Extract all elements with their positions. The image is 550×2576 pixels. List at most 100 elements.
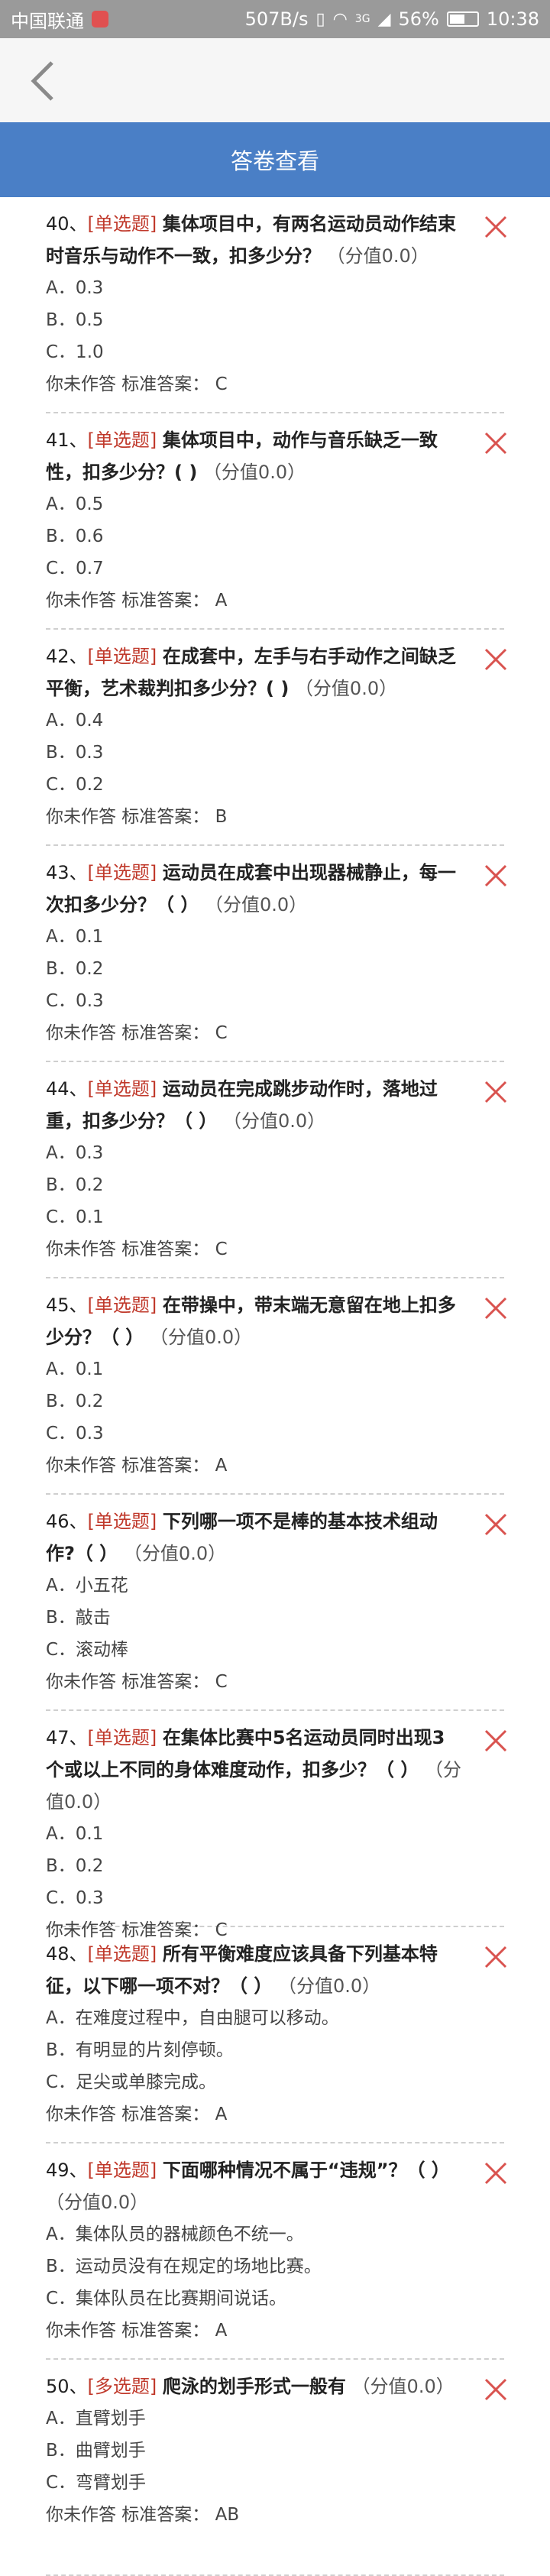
back-button[interactable] xyxy=(26,58,64,104)
question-text: 44、[单选题] 运动员在完成跳步动作时，落地过重，扣多少分？（ ） （分值0.… xyxy=(46,1073,461,1137)
answer-option: A．0.3 xyxy=(46,278,104,298)
question-text: 41、[单选题] 集体项目中，动作与音乐缺乏一致性，扣多少分？( ) （分值0.… xyxy=(46,424,461,488)
answer-option: A．0.3 xyxy=(46,1143,104,1163)
wrong-x-icon xyxy=(484,864,507,887)
question-text: 45、[单选题] 在带操中，带末端无意留在地上扣多少分？（ ） （分值0.0） xyxy=(46,1289,461,1353)
question-number: 40、 xyxy=(46,213,88,235)
answer-option: A．集体队员的器械颜色不统一。 xyxy=(46,2224,304,2244)
question-text: 47、[单选题] 在集体比赛中5名运动员同时出现3个或以上不同的身体难度动作，扣… xyxy=(46,1722,461,1818)
answer-result: 你未作答 标准答案： A xyxy=(46,2321,228,2341)
question-text: 49、[单选题] 下面哪种情况不属于“违规”？（ ） （分值0.0） xyxy=(46,2154,461,2218)
answer-result: 你未作答 标准答案： C xyxy=(46,1239,228,1259)
question-number: 50、 xyxy=(46,2376,88,2397)
question-item: 48、[单选题] 所有平衡难度应该具备下列基本特征，以下哪一项不对？（ ） （分… xyxy=(46,1927,507,2143)
question-score: （分值0.0） xyxy=(294,678,398,699)
answer-option: B．0.2 xyxy=(46,1856,104,1876)
question-number: 47、 xyxy=(46,1727,88,1748)
answer-result: 你未作答 标准答案： A xyxy=(46,2105,228,2124)
answer-result: 你未作答 标准答案： C xyxy=(46,374,228,394)
question-item: 40、[单选题] 集体项目中，有两名运动员动作结束时音乐与动作不一致，扣多少分？… xyxy=(46,197,507,413)
answer-option: A．0.1 xyxy=(46,1359,104,1379)
question-type: [单选题] xyxy=(87,213,157,235)
question-score: （分值0.0） xyxy=(202,462,306,483)
answer-result: 你未作答 标准答案： A xyxy=(46,1456,228,1476)
question-type: [单选题] xyxy=(87,2160,157,2181)
question-number: 42、 xyxy=(46,646,88,667)
answer-option: B．0.2 xyxy=(46,959,104,979)
question-item: 43、[单选题] 运动员在成套中出现器械静止，每一次扣多少分？（ ） （分值0.… xyxy=(46,846,507,1062)
answer-option: A．小五花 xyxy=(46,1576,128,1596)
question-score: （分值0.0） xyxy=(223,1110,326,1132)
question-type: [单选题] xyxy=(87,1943,157,1965)
answer-option: C．0.1 xyxy=(46,1207,104,1227)
signal-icon: ◢ xyxy=(377,9,391,29)
chevron-left-icon xyxy=(31,61,53,101)
question-type: [多选题] xyxy=(87,2376,157,2397)
clock: 10:38 xyxy=(486,8,539,30)
question-type: [单选题] xyxy=(87,1294,157,1316)
carrier-label: 中国联通 xyxy=(11,10,84,32)
question-item: 45、[单选题] 在带操中，带末端无意留在地上扣多少分？（ ） （分值0.0） … xyxy=(46,1278,507,1495)
answer-result: 你未作答 标准答案： C xyxy=(46,1672,228,1692)
wrong-x-icon xyxy=(484,215,507,238)
question-score: （分值0.0） xyxy=(123,1543,227,1564)
question-number: 44、 xyxy=(46,1078,88,1100)
answer-option: B．0.5 xyxy=(46,310,104,330)
wifi-icon: ◠ xyxy=(332,9,348,29)
question-number: 46、 xyxy=(46,1511,88,1532)
answer-result: 你未作答 标准答案： B xyxy=(46,807,228,827)
answer-option: B．0.2 xyxy=(46,1175,104,1195)
question-item: 46、[单选题] 下列哪一项不是棒的基本技术组动作?（ ） （分值0.0） A．… xyxy=(46,1495,507,1711)
question-list: 40、[单选题] 集体项目中，有两名运动员动作结束时音乐与动作不一致，扣多少分？… xyxy=(0,197,550,2576)
question-type: [单选题] xyxy=(87,862,157,883)
question-text: 46、[单选题] 下列哪一项不是棒的基本技术组动作?（ ） （分值0.0） xyxy=(46,1505,461,1570)
wrong-x-icon xyxy=(484,648,507,671)
vibrate-icon: ▯ xyxy=(315,9,325,29)
wrong-x-icon xyxy=(484,2162,507,2185)
answer-option: B．0.3 xyxy=(46,743,104,763)
battery-icon xyxy=(446,11,479,27)
answer-result: 你未作答 标准答案： A xyxy=(46,591,228,611)
question-score: （分值0.0） xyxy=(46,2192,149,2213)
answer-option: C．滚动棒 xyxy=(46,1640,129,1660)
question-type: [单选题] xyxy=(87,1078,157,1100)
question-number: 43、 xyxy=(46,862,88,883)
question-item: 49、[单选题] 下面哪种情况不属于“违规”？（ ） （分值0.0） A．集体队… xyxy=(46,2143,507,2360)
question-score: （分值0.0） xyxy=(150,1327,253,1348)
question-item: 41、[单选题] 集体项目中，动作与音乐缺乏一致性，扣多少分？( ) （分值0.… xyxy=(46,413,507,630)
answer-option: C．0.3 xyxy=(46,991,104,1011)
wrong-x-icon xyxy=(484,1729,507,1752)
question-type: [单选题] xyxy=(87,1727,157,1748)
answer-option: C．集体队员在比赛期间说话。 xyxy=(46,2289,287,2309)
answer-option: B．运动员没有在规定的场地比赛。 xyxy=(46,2257,322,2276)
network-speed: 507B/s xyxy=(244,8,309,30)
question-number: 45、 xyxy=(46,1294,88,1316)
answer-option: C．弯臂划手 xyxy=(46,2473,147,2493)
answer-option: C．0.2 xyxy=(46,775,104,795)
answer-option: C．0.7 xyxy=(46,559,104,578)
question-type: [单选题] xyxy=(87,1511,157,1532)
answer-option: C．0.3 xyxy=(46,1424,104,1444)
answer-option: A．直臂划手 xyxy=(46,2409,146,2429)
question-stem: 爬泳的划手形式一般有 xyxy=(162,2376,346,2397)
answer-option: C．足尖或单膝完成。 xyxy=(46,2072,217,2092)
page-title-bar: 答卷查看 xyxy=(0,122,550,197)
nav-bar xyxy=(0,38,550,122)
answer-option: A．0.1 xyxy=(46,1824,104,1844)
question-text: 43、[单选题] 运动员在成套中出现器械静止，每一次扣多少分？（ ） （分值0.… xyxy=(46,857,461,921)
wrong-x-icon xyxy=(484,2378,507,2401)
notification-badge-icon xyxy=(92,11,108,28)
wrong-x-icon xyxy=(484,1513,507,1536)
question-number: 49、 xyxy=(46,2160,88,2181)
question-item: 42、[单选题] 在成套中，左手与右手动作之间缺乏平衡，艺术裁判扣多少分？( )… xyxy=(46,630,507,846)
question-score: （分值0.0） xyxy=(278,1975,381,1997)
question-type: [单选题] xyxy=(87,429,157,451)
answer-option: B．曲臂划手 xyxy=(46,2441,146,2461)
network-type: 3G xyxy=(354,13,370,25)
question-number: 48、 xyxy=(46,1943,88,1965)
wrong-x-icon xyxy=(484,1297,507,1320)
answer-option: B．0.2 xyxy=(46,1392,104,1411)
question-text: 50、[多选题] 爬泳的划手形式一般有 （分值0.0） xyxy=(46,2370,461,2403)
question-score: （分值0.0） xyxy=(205,894,308,915)
wrong-x-icon xyxy=(484,1946,507,1968)
